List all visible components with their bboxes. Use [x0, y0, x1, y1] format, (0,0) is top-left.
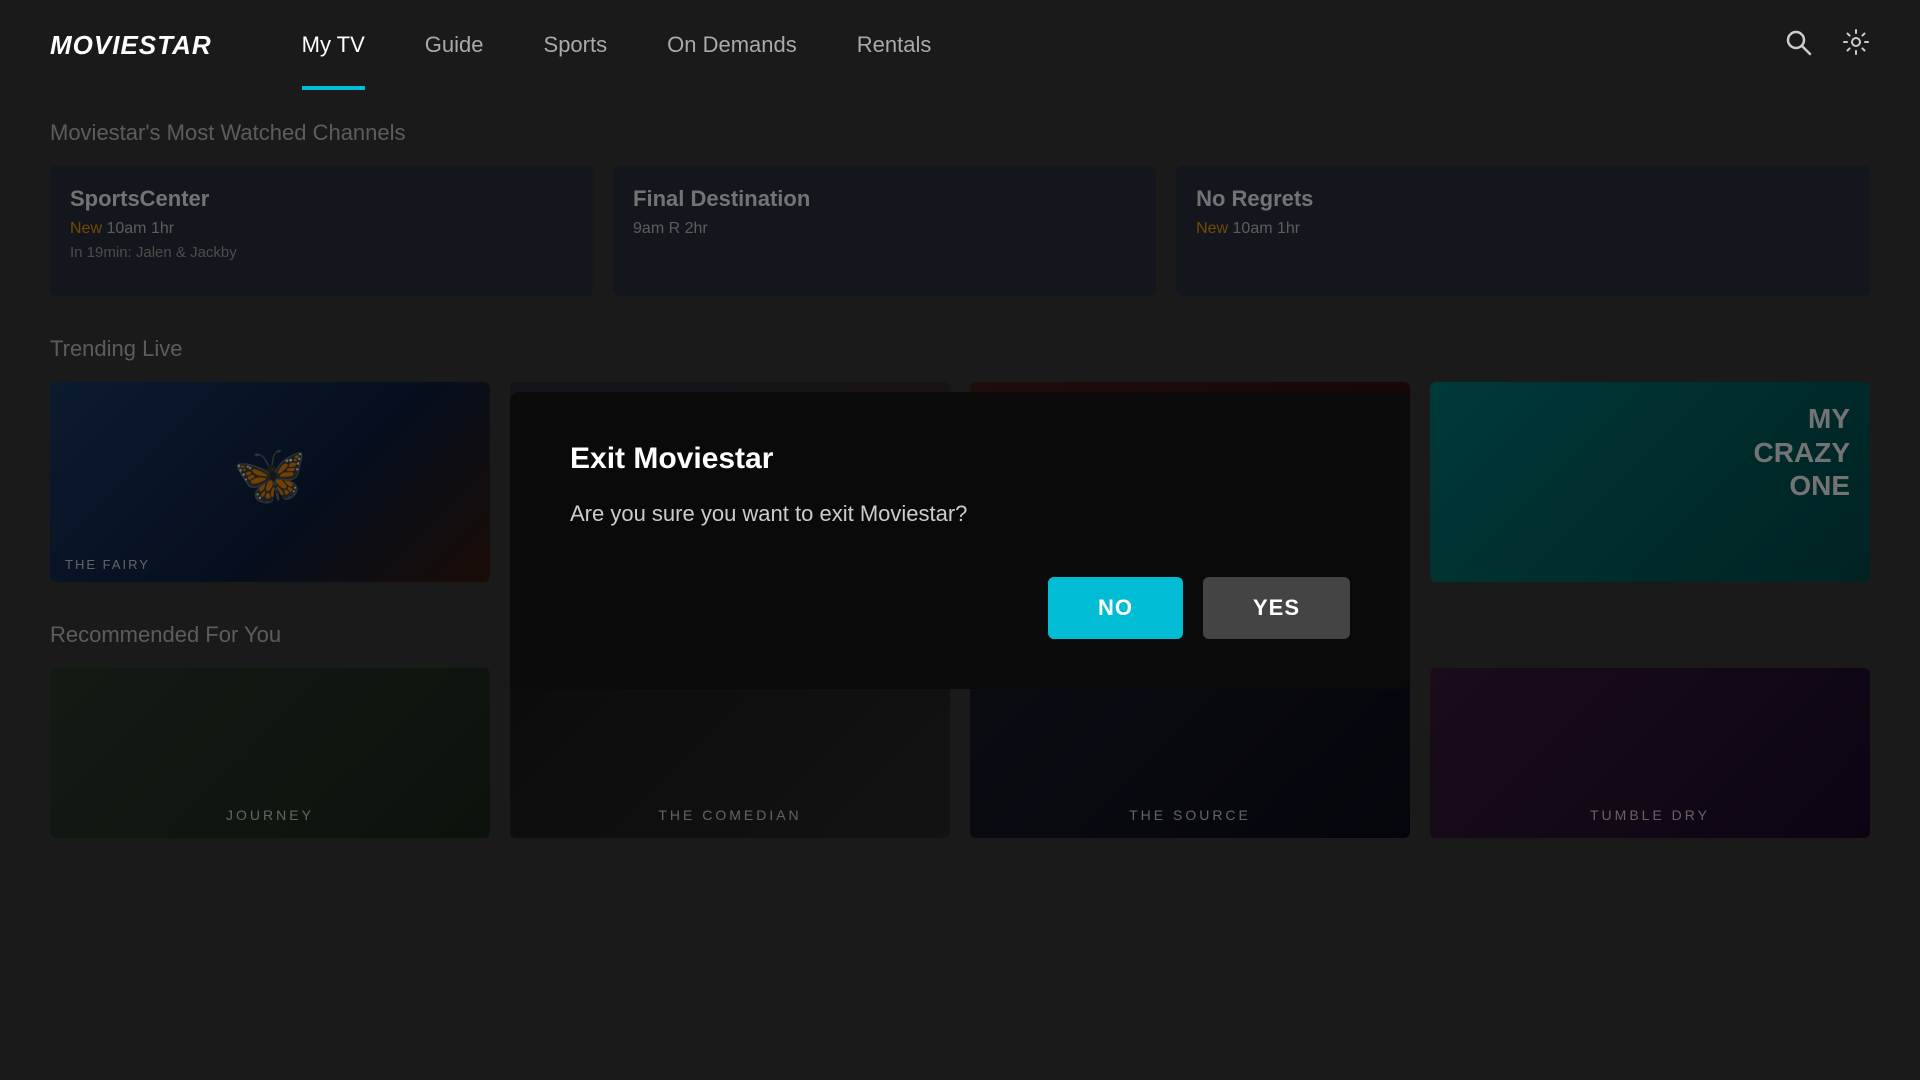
dialog-overlay: Exit Moviestar Are you sure you want to …	[0, 0, 1920, 1080]
no-button[interactable]: NO	[1048, 577, 1183, 639]
yes-button[interactable]: YES	[1203, 577, 1350, 639]
dialog-buttons: NO YES	[570, 577, 1350, 639]
dialog-message: Are you sure you want to exit Moviestar?	[570, 501, 1350, 527]
exit-dialog: Exit Moviestar Are you sure you want to …	[510, 392, 1410, 689]
dialog-title: Exit Moviestar	[570, 442, 1350, 476]
